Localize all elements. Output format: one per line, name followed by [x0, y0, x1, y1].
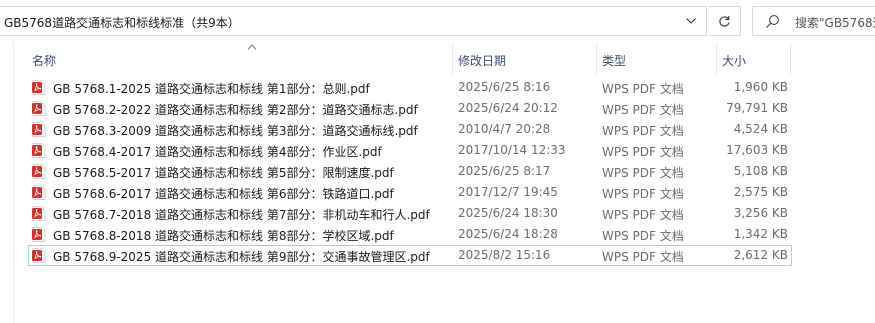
- file-modified-date: 2017/12/7 19:45: [458, 185, 558, 199]
- file-modified-date: 2025/6/25 8:17: [458, 164, 551, 178]
- wps-pdf-icon: [32, 122, 46, 137]
- file-modified-date: 2025/8/2 15:16: [458, 248, 551, 262]
- file-type: WPS PDF 文档: [602, 166, 684, 180]
- column-divider[interactable]: [716, 44, 717, 74]
- file-row[interactable]: GB 5768.7-2018 道路交通标志和标线 第7部分：非机动车和行人.pd…: [0, 203, 875, 224]
- file-size: 5,108 KB: [733, 164, 788, 178]
- file-row[interactable]: GB 5768.1-2025 道路交通标志和标线 第1部分：总则.pdf 202…: [0, 77, 875, 98]
- file-size: 79,791 KB: [726, 101, 788, 115]
- file-modified-date: 2025/6/25 8:16: [458, 80, 551, 94]
- file-row[interactable]: GB 5768.4-2017 道路交通标志和标线 第4部分：作业区.pdf 20…: [0, 140, 875, 161]
- file-type: WPS PDF 文档: [602, 124, 684, 138]
- chevron-down-icon: [686, 18, 696, 24]
- search-box[interactable]: 搜索"GB5768道: [752, 6, 875, 36]
- file-size: 4,524 KB: [733, 122, 788, 136]
- file-name[interactable]: GB 5768.3-2009 道路交通标志和标线 第3部分：道路交通标线.pdf: [53, 122, 418, 139]
- refresh-button[interactable]: [709, 6, 741, 36]
- file-size: 3,256 KB: [733, 206, 788, 220]
- file-row[interactable]: GB 5768.5-2017 道路交通标志和标线 第5部分：限制速度.pdf 2…: [0, 161, 875, 182]
- column-header-size[interactable]: 大小: [722, 52, 746, 69]
- wps-pdf-icon: [32, 101, 46, 116]
- column-header-type[interactable]: 类型: [602, 52, 626, 69]
- file-size: 2,575 KB: [733, 185, 788, 199]
- file-type: WPS PDF 文档: [602, 229, 684, 243]
- file-modified-date: 2025/6/24 18:28: [458, 227, 558, 241]
- wps-pdf-icon: [32, 143, 46, 158]
- file-size: 17,603 KB: [726, 143, 788, 157]
- file-size: 1,342 KB: [733, 227, 788, 241]
- toolbar: GB5768道路交通标志和标线标准（共9本） 搜索"GB5768道: [0, 0, 875, 42]
- column-divider[interactable]: [790, 44, 791, 74]
- file-modified-date: 2017/10/14 12:33: [458, 143, 566, 157]
- wps-pdf-icon: [32, 248, 46, 263]
- file-list: GB 5768.1-2025 道路交通标志和标线 第1部分：总则.pdf 202…: [0, 77, 875, 266]
- file-size: 1,960 KB: [733, 80, 788, 94]
- address-path[interactable]: GB5768道路交通标志和标线标准（共9本）: [4, 14, 240, 31]
- file-type: WPS PDF 文档: [602, 103, 684, 117]
- file-name[interactable]: GB 5768.2-2022 道路交通标志和标线 第2部分：道路交通标志.pdf: [53, 101, 418, 118]
- file-type: WPS PDF 文档: [602, 82, 684, 96]
- file-name[interactable]: GB 5768.1-2025 道路交通标志和标线 第1部分：总则.pdf: [53, 80, 370, 97]
- column-header-modified[interactable]: 修改日期: [458, 52, 506, 69]
- column-divider[interactable]: [452, 44, 453, 74]
- file-type: WPS PDF 文档: [602, 250, 684, 264]
- column-divider[interactable]: [596, 44, 597, 74]
- file-name[interactable]: GB 5768.4-2017 道路交通标志和标线 第4部分：作业区.pdf: [53, 143, 382, 160]
- file-name[interactable]: GB 5768.6-2017 道路交通标志和标线 第6部分：铁路道口.pdf: [53, 185, 394, 202]
- search-icon: [766, 15, 779, 28]
- column-header-row: 名称 修改日期 类型 大小: [14, 42, 875, 76]
- file-name[interactable]: GB 5768.5-2017 道路交通标志和标线 第5部分：限制速度.pdf: [53, 164, 394, 181]
- wps-pdf-icon: [32, 185, 46, 200]
- wps-pdf-icon: [32, 206, 46, 221]
- refresh-icon: [719, 15, 730, 27]
- wps-pdf-icon: [32, 227, 46, 242]
- file-row[interactable]: GB 5768.6-2017 道路交通标志和标线 第6部分：铁路道口.pdf 2…: [0, 182, 875, 203]
- address-bar[interactable]: GB5768道路交通标志和标线标准（共9本）: [0, 6, 707, 36]
- file-modified-date: 2010/4/7 20:28: [458, 122, 551, 136]
- file-modified-date: 2025/6/24 20:12: [458, 101, 558, 115]
- file-name[interactable]: GB 5768.9-2025 道路交通标志和标线 第9部分：交通事故管理区.pd…: [53, 248, 430, 265]
- file-row[interactable]: GB 5768.2-2022 道路交通标志和标线 第2部分：道路交通标志.pdf…: [0, 98, 875, 119]
- file-name[interactable]: GB 5768.8-2018 道路交通标志和标线 第8部分：学校区域.pdf: [53, 227, 394, 244]
- file-row[interactable]: GB 5768.9-2025 道路交通标志和标线 第9部分：交通事故管理区.pd…: [0, 245, 875, 266]
- file-row[interactable]: GB 5768.3-2009 道路交通标志和标线 第3部分：道路交通标线.pdf…: [0, 119, 875, 140]
- file-name[interactable]: GB 5768.7-2018 道路交通标志和标线 第7部分：非机动车和行人.pd…: [53, 206, 430, 223]
- file-size: 2,612 KB: [733, 248, 788, 262]
- file-modified-date: 2025/6/24 18:30: [458, 206, 558, 220]
- file-row[interactable]: GB 5768.8-2018 道路交通标志和标线 第8部分：学校区域.pdf 2…: [0, 224, 875, 245]
- wps-pdf-icon: [32, 80, 46, 95]
- address-history-button[interactable]: [676, 7, 706, 35]
- search-input[interactable]: 搜索"GB5768道: [795, 14, 875, 31]
- file-type: WPS PDF 文档: [602, 208, 684, 222]
- wps-pdf-icon: [32, 164, 46, 179]
- sort-ascending-icon: [247, 44, 257, 50]
- column-header-name[interactable]: 名称: [32, 52, 56, 69]
- file-type: WPS PDF 文档: [602, 187, 684, 201]
- file-type: WPS PDF 文档: [602, 145, 684, 159]
